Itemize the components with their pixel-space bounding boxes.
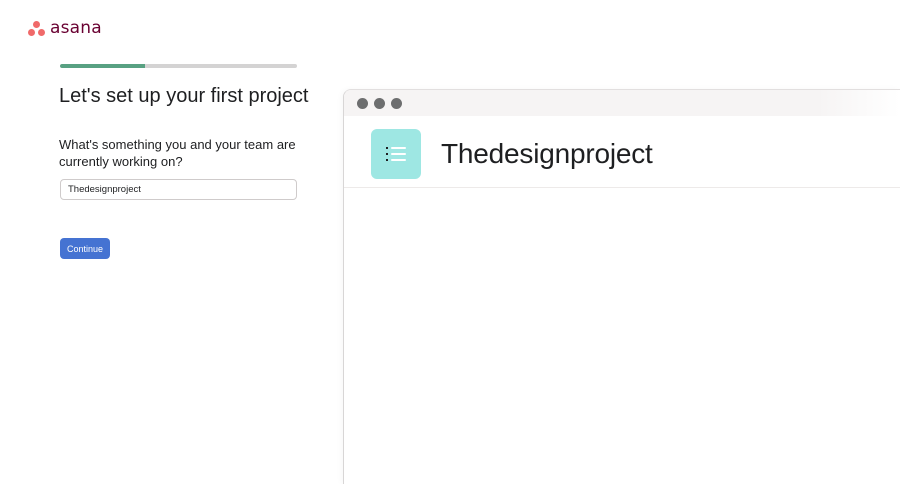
project-preview-window: Thedesignproject [343, 89, 900, 484]
window-dot-icon [391, 97, 402, 109]
progress-bar-fill [60, 64, 146, 68]
onboarding-progress-bar [60, 64, 297, 68]
asana-logo-text: asana [50, 18, 102, 38]
asana-logo-icon [28, 20, 45, 36]
project-question-label: What's something you and your team are c… [59, 137, 296, 169]
project-icon-tile [371, 129, 421, 179]
preview-project-header: Thedesignproject [344, 116, 900, 188]
asana-logo[interactable]: asana [28, 18, 102, 38]
page-title: Let's set up your first project [59, 85, 309, 107]
project-name-input[interactable] [60, 179, 297, 200]
onboarding-page: asana Let's set up your first project Wh… [0, 0, 900, 484]
window-dot-icon [374, 97, 385, 109]
preview-window-titlebar [344, 90, 900, 116]
preview-project-title: Thedesignproject [441, 138, 653, 169]
continue-button[interactable]: Continue [60, 238, 110, 259]
list-icon [386, 146, 406, 162]
window-dot-icon [357, 97, 368, 109]
